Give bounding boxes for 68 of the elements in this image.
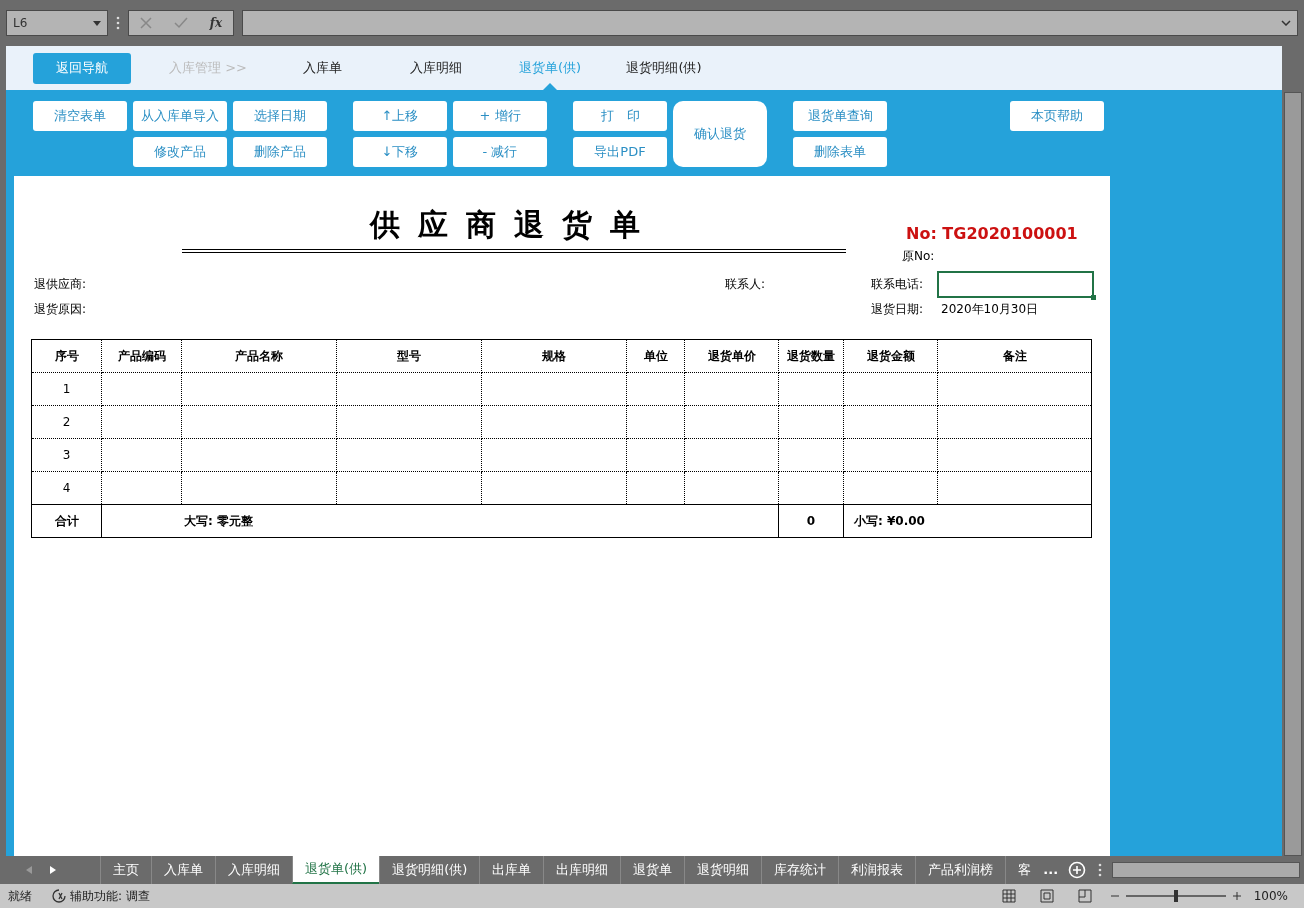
- expand-icon[interactable]: [1281, 20, 1291, 26]
- column-header: 退货数量: [778, 339, 844, 373]
- table-cell: 0: [778, 504, 844, 538]
- accessibility-icon[interactable]: [52, 889, 66, 903]
- dropdown-icon[interactable]: [93, 20, 101, 26]
- page-break-icon[interactable]: [1077, 889, 1092, 903]
- toolbar-button[interactable]: 从入库单导入: [133, 101, 227, 131]
- more-options-icon[interactable]: [1098, 863, 1103, 877]
- date-value: 2020年10月30日: [941, 301, 1039, 318]
- vertical-scrollbar[interactable]: [1284, 92, 1302, 856]
- zoom-level[interactable]: 100%: [1253, 887, 1288, 905]
- horizontal-scrollbar[interactable]: [1112, 862, 1300, 878]
- zoom-in-icon[interactable]: [1231, 891, 1242, 901]
- name-box[interactable]: L6: [6, 10, 108, 36]
- field-label: 联系电话:: [871, 276, 924, 293]
- toolbar-button[interactable]: ↑上移: [353, 101, 447, 131]
- page-layout-icon[interactable]: [1039, 889, 1054, 903]
- table-cell: 小写: ¥0.00: [843, 504, 1092, 538]
- document-number: No: TG2020100001: [906, 223, 1078, 245]
- sheet-tab[interactable]: 退货单(供): [292, 856, 380, 884]
- toolbar-button[interactable]: 删除表单: [793, 137, 887, 167]
- column-header: 产品编码: [101, 339, 182, 373]
- field-label: 退货日期:: [871, 301, 924, 318]
- add-sheet-icon[interactable]: [1068, 861, 1087, 879]
- column-header: 产品名称: [181, 339, 337, 373]
- table-cell: 1: [31, 372, 102, 406]
- field-label: 原No:: [902, 248, 935, 265]
- column-header: 单位: [626, 339, 685, 373]
- toolbar-button[interactable]: - 减行: [453, 137, 547, 167]
- column-header: 序号: [31, 339, 102, 373]
- check-icon[interactable]: [173, 17, 188, 29]
- table-cell: 合计: [31, 504, 102, 538]
- toolbar-button[interactable]: 本页帮助: [1010, 101, 1104, 131]
- zoom-slider[interactable]: [1125, 890, 1226, 902]
- formula-field[interactable]: [242, 10, 1298, 36]
- normal-view-icon[interactable]: [1001, 889, 1016, 903]
- table-cell: 2: [31, 405, 102, 439]
- toolbar-button[interactable]: 打 印: [573, 101, 667, 131]
- toolbar-button[interactable]: + 增行: [453, 101, 547, 131]
- column-header: 退货单价: [684, 339, 779, 373]
- insert-function-button[interactable]: fx: [209, 14, 223, 32]
- table-cell: 3: [31, 438, 102, 472]
- nav-tab[interactable]: 退货明细(供): [607, 46, 721, 90]
- toolbar-button[interactable]: 退货单查询: [793, 101, 887, 131]
- field-label: 联系人:: [725, 276, 766, 293]
- toolbar-button[interactable]: 确认退货: [673, 101, 767, 167]
- nav-tab[interactable]: 入库单: [265, 46, 379, 90]
- toolbar-button[interactable]: 导出PDF: [573, 137, 667, 167]
- toolbar-button[interactable]: ↓下移: [353, 137, 447, 167]
- column-header: 型号: [336, 339, 482, 373]
- nav-tab[interactable]: 入库明细: [379, 46, 493, 90]
- status-text: 就绪: [8, 888, 32, 905]
- scroll-right-icon[interactable]: [50, 866, 56, 874]
- form-title: 供应商退货单: [370, 206, 658, 244]
- status-text: 辅助功能: 调查: [70, 888, 150, 905]
- more-options-icon[interactable]: [116, 16, 120, 30]
- selected-cell[interactable]: [937, 271, 1094, 298]
- toolbar-button[interactable]: 修改产品: [133, 137, 227, 167]
- toolbar-button[interactable]: 清空表单: [33, 101, 127, 131]
- toolbar-button[interactable]: 删除产品: [233, 137, 327, 167]
- column-header: 规格: [481, 339, 627, 373]
- back-button[interactable]: 返回导航: [33, 52, 131, 84]
- field-label: 退货原因:: [34, 301, 87, 318]
- field-label: 退供应商:: [34, 276, 87, 293]
- toolbar-button[interactable]: 选择日期: [233, 101, 327, 131]
- more-tabs-button[interactable]: ...: [1043, 860, 1059, 880]
- table-cell: 大写: 零元整: [101, 504, 779, 538]
- column-header: 退货金额: [843, 339, 938, 373]
